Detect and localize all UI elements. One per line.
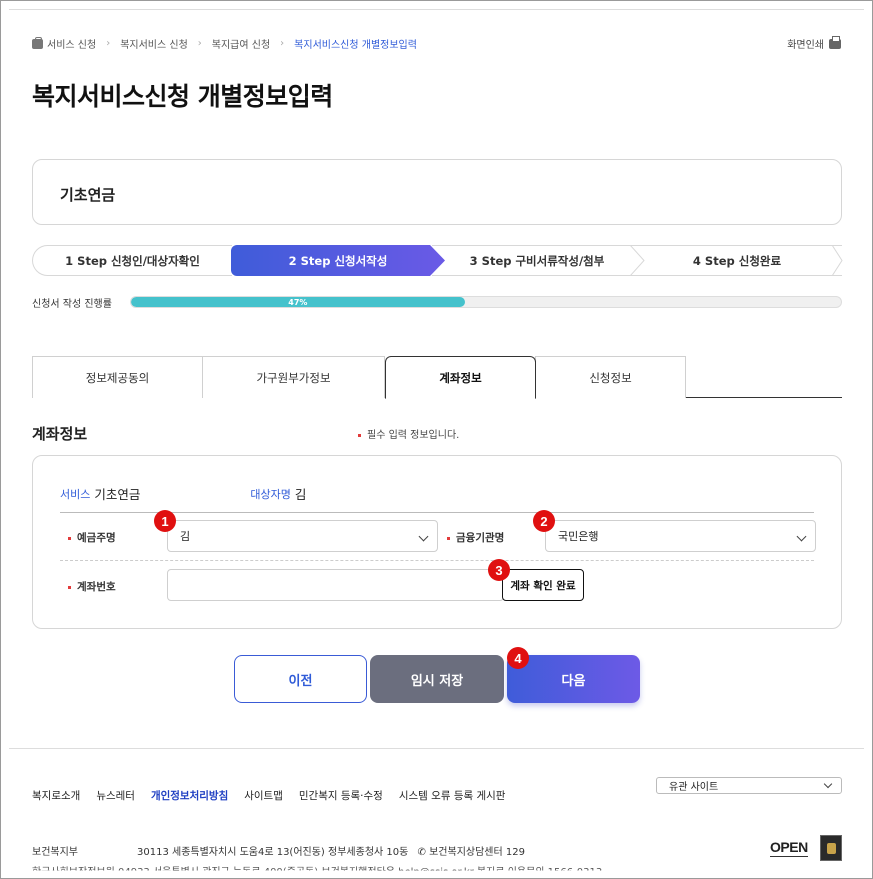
step-4: 4 Step 신청완료 [632,245,842,276]
certification-logo [820,835,842,861]
address-text: 30113 세종특별자치시 도움4로 13(어진동) 정부세종청사 10동 [137,847,409,858]
step-indicator: 1 Step 신청인/대상자확인 3 Step 구비서류작성/첨부 4 Step… [32,245,843,276]
service-name-box: 기초연금 [32,159,842,225]
open-logo: OPEN [770,839,808,863]
footer-link-privacy[interactable]: 개인정보처리방침 [151,788,228,803]
service-key: 서비스 [60,487,91,501]
temp-save-button[interactable]: 임시 저장 [370,655,504,703]
holder-label: 예금주명 [68,530,116,545]
account-label: 계좌번호 [68,579,116,594]
footer-divider [9,748,864,749]
verify-account-button[interactable]: 계좌 확인 완료 [502,569,584,601]
home-icon[interactable] [32,36,43,49]
tab-application-info[interactable]: 신청정보 [535,356,686,398]
footer-nav: 복지로소개 뉴스레터 개인정보처리방침 사이트맵 민간복지 등록·수정 시스템 … [32,788,521,803]
step-2-active: 2 Step 신청서작성 [231,245,445,276]
step-divider-icon [630,245,645,276]
account-form: 서비스 기초연금 대상자명 김 예금주명 김 금융기관명 국민은행 계좌번호 계… [32,455,842,629]
footer-address: 30113 세종특별자치시 도움4로 13(어진동) 정부세종청사 10동 ✆ … [137,843,525,858]
footer-link-about[interactable]: 복지로소개 [32,788,80,803]
footer-org: 보건복지부 [32,847,78,858]
footer-link-newsletter[interactable]: 뉴스레터 [96,788,135,803]
related-sites-select[interactable]: 유관 사이트 [656,777,842,794]
top-divider [9,9,864,10]
breadcrumb-item[interactable]: 복지서비스 신청 [120,36,188,51]
footer-link-private-welfare[interactable]: 민간복지 등록·수정 [299,788,383,803]
printer-icon [829,35,841,49]
target-value: 김 [294,487,307,502]
annotation-badge-1: 1 [154,510,176,532]
prev-button[interactable]: 이전 [234,655,367,703]
account-number-input[interactable] [167,569,504,601]
footer-link-sitemap[interactable]: 사이트맵 [244,788,283,803]
progress-fill: 47% [131,297,465,307]
footer-org-2: 한국사회보장정보원 04933 서울특별시 광진구 능동로 400(중곡동) 보… [32,867,603,878]
annotation-badge-2: 2 [533,510,555,532]
holder-value: 김 [180,530,191,543]
print-label: 화면인쇄 [787,40,824,51]
tab-consent[interactable]: 정보제공동의 [32,356,203,398]
chevron-down-icon [823,779,833,789]
progress-label: 신청서 작성 진행률 [32,299,112,310]
bank-select[interactable]: 국민은행 [545,520,816,552]
footer-link-error-board[interactable]: 시스템 오류 등록 게시판 [399,788,506,803]
section-title: 계좌정보 [32,425,88,443]
annotation-badge-4: 4 [507,647,529,669]
breadcrumb-item[interactable]: 복지급여 신청 [212,36,270,51]
tab-bar: 정보제공동의 가구원부가정보 계좌정보 신청정보 [32,356,842,399]
step-end-icon [832,245,843,276]
bank-label: 금융기관명 [447,530,504,545]
tab-household-info[interactable]: 가구원부가정보 [202,356,385,398]
required-note: 필수 입력 정보입니다. [358,426,459,441]
chevron-down-icon [418,531,429,542]
chevron-right-icon: › [106,38,111,49]
page-frame: 서비스 신청 › 복지서비스 신청 › 복지급여 신청 › 복지서비스신청 개별… [0,0,873,879]
service-name: 기초연금 [60,186,116,204]
related-sites-label: 유관 사이트 [669,782,719,793]
progress-bar: 47% [130,296,842,308]
print-button[interactable]: 화면인쇄 [787,35,841,51]
open-logo-text: OPEN [770,839,808,855]
target-key: 대상자명 [250,487,291,501]
chevron-right-icon: › [197,38,202,49]
phone-text: 보건복지상담센터 129 [429,847,525,858]
bank-value: 국민은행 [558,530,599,543]
tab-account-info[interactable]: 계좌정보 [385,356,536,399]
holder-select[interactable]: 김 [167,520,438,552]
page-title: 복지서비스신청 개별정보입력 [32,82,333,111]
breadcrumb-current: 복지서비스신청 개별정보입력 [294,40,417,51]
breadcrumb: 서비스 신청 › 복지서비스 신청 › 복지급여 신청 › 복지서비스신청 개별… [32,36,417,51]
breadcrumb-item[interactable]: 서비스 신청 [47,36,96,51]
service-info-row: 서비스 기초연금 대상자명 김 [60,484,306,503]
annotation-badge-3: 3 [488,559,510,581]
phone-icon: ✆ [417,847,426,858]
form-divider-dashed [60,560,814,561]
chevron-right-icon: › [280,38,285,49]
step-1: 1 Step 신청인/대상자확인 [32,245,232,276]
progress-percent: 47% [288,297,308,307]
chevron-down-icon [796,531,807,542]
service-value: 기초연금 [94,487,141,502]
step-3: 3 Step 구비서류작성/첨부 [432,245,642,276]
